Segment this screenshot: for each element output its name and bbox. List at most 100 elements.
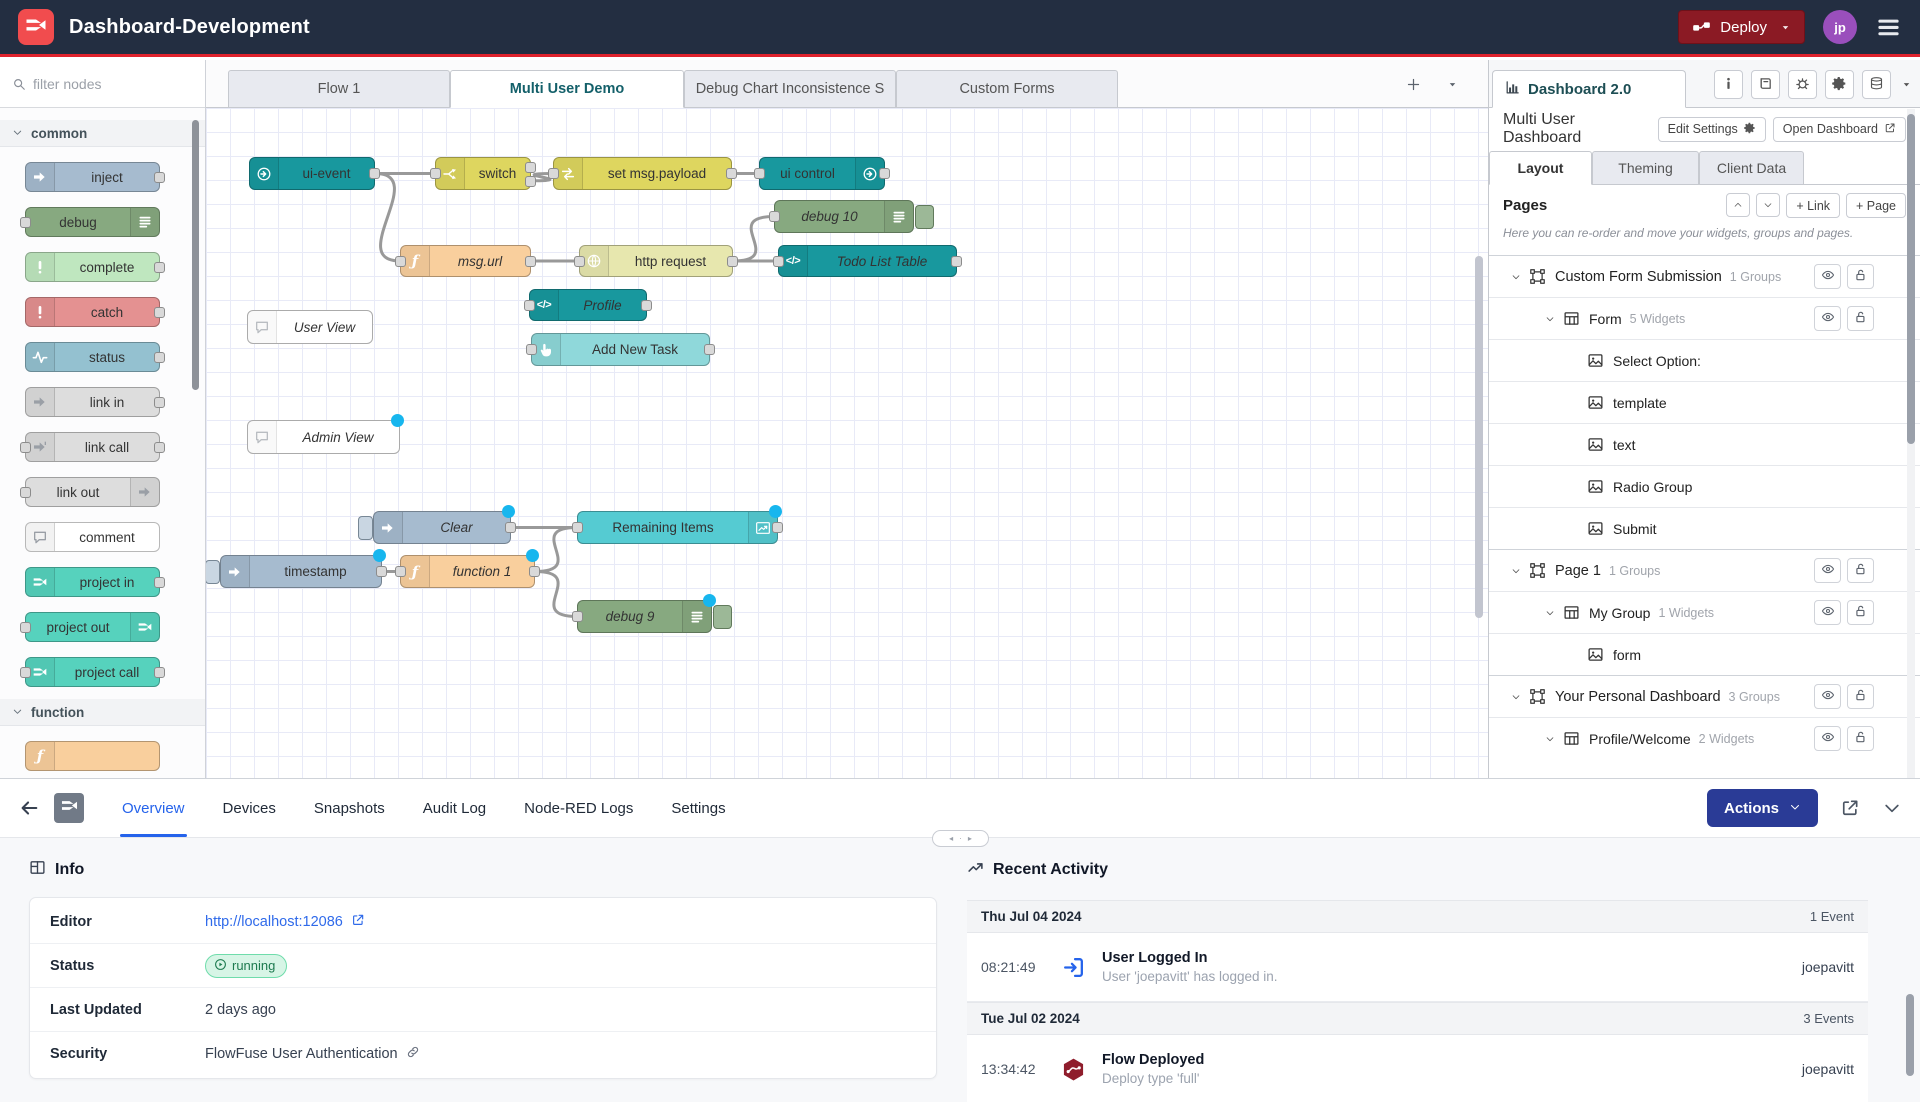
deploy-button[interactable]: Deploy — [1678, 10, 1805, 44]
main-menu-button[interactable] — [1875, 14, 1902, 41]
chevron-down-icon[interactable] — [1511, 272, 1521, 282]
node-input-port[interactable] — [574, 256, 585, 267]
node-output-port[interactable] — [154, 262, 165, 273]
palette-item-debug[interactable]: debug — [25, 207, 160, 237]
lock-toggle-button[interactable] — [1847, 558, 1874, 583]
lock-toggle-button[interactable] — [1847, 600, 1874, 625]
chevron-down-icon[interactable] — [1511, 566, 1521, 576]
flow-node-clear[interactable]: Clear — [373, 511, 511, 544]
avatar[interactable]: jp — [1823, 10, 1857, 44]
node-output-port[interactable] — [154, 307, 165, 318]
node-output-port[interactable] — [879, 168, 890, 179]
palette-item-link-out[interactable]: link out — [25, 477, 160, 507]
visibility-toggle-button[interactable] — [1814, 264, 1841, 289]
visibility-toggle-button[interactable] — [1814, 684, 1841, 709]
node-input-port[interactable] — [524, 300, 535, 311]
chevron-down-icon[interactable] — [1545, 314, 1555, 324]
node-input-port[interactable] — [548, 168, 559, 179]
admin-tab-node-red-logs[interactable]: Node-RED Logs — [524, 779, 633, 837]
admin-tab-snapshots[interactable]: Snapshots — [314, 779, 385, 837]
tab-dashboard-2[interactable]: Dashboard 2.0 — [1492, 70, 1686, 108]
lock-toggle-button[interactable] — [1847, 726, 1874, 751]
chevron-down-icon[interactable] — [1511, 692, 1521, 702]
actions-button[interactable]: Actions — [1707, 789, 1818, 827]
flow-node-ui-event[interactable]: ui-event — [249, 157, 375, 190]
admin-tab-devices[interactable]: Devices — [223, 779, 276, 837]
palette-section-function[interactable]: function — [0, 699, 205, 726]
back-button[interactable] — [18, 797, 40, 819]
node-output-port[interactable] — [772, 522, 783, 533]
visibility-toggle-button[interactable] — [1814, 600, 1841, 625]
sidebar-scrollbar[interactable] — [1907, 114, 1915, 444]
add-link-button[interactable]: + Link — [1786, 193, 1840, 218]
flow-node-switch[interactable]: switch — [435, 157, 531, 190]
wire-http-request-to-debug-10[interactable] — [733, 217, 774, 262]
flow-node-todo-list-table[interactable]: </>Todo List Table — [778, 245, 957, 277]
admin-tab-audit-log[interactable]: Audit Log — [423, 779, 486, 837]
context-tab-button[interactable] — [1862, 70, 1891, 99]
expand-all-button[interactable] — [1756, 193, 1780, 217]
node-input-port[interactable] — [395, 566, 406, 577]
palette-section-common[interactable]: common — [0, 120, 205, 147]
node-input-port[interactable] — [20, 667, 31, 678]
node-output-port[interactable] — [154, 352, 165, 363]
wire-ui-event-to-msg-url[interactable] — [375, 174, 400, 262]
wire-function-1-to-remaining-items[interactable] — [535, 528, 577, 572]
flow-tab-debug-chart-inconsistence-s[interactable]: Debug Chart Inconsistence S — [684, 70, 896, 108]
flow-tab-flow-1[interactable]: Flow 1 — [228, 70, 450, 108]
widget-row-text[interactable]: text — [1489, 423, 1920, 465]
collapse-all-button[interactable] — [1726, 193, 1750, 217]
debug-toggle-button[interactable] — [915, 205, 934, 229]
flow-node-debug-10[interactable]: debug 10 — [774, 200, 914, 233]
admin-tab-settings[interactable]: Settings — [671, 779, 725, 837]
sidebar-more-tabs-button[interactable] — [1901, 79, 1912, 90]
node-input-port[interactable] — [526, 344, 537, 355]
flow-node-http-request[interactable]: http request — [579, 245, 733, 277]
dashboard-tab-client-data[interactable]: Client Data — [1699, 151, 1804, 185]
visibility-toggle-button[interactable] — [1814, 306, 1841, 331]
collapse-panel-button[interactable] — [1882, 798, 1902, 818]
add-page-button[interactable]: + Page — [1846, 193, 1906, 218]
palette-item-comment[interactable]: comment — [25, 522, 160, 552]
node-input-port[interactable] — [20, 217, 31, 228]
palette-item-project-call[interactable]: project call — [25, 657, 160, 687]
palette-filter-input[interactable] — [33, 76, 173, 92]
palette-item-catch[interactable]: catch — [25, 297, 160, 327]
activity-event-flow-deployed[interactable]: 13:34:42Flow DeployedDeploy type 'full'j… — [967, 1035, 1868, 1102]
palette-item-link-call[interactable]: link call — [25, 432, 160, 462]
chevron-down-icon[interactable] — [1545, 734, 1555, 744]
flow-node-add-new-task[interactable]: Add New Task — [531, 333, 710, 366]
node-output-port[interactable] — [154, 397, 165, 408]
info-tab-button[interactable] — [1714, 70, 1743, 99]
inject-button[interactable] — [358, 516, 373, 540]
node-input-port[interactable] — [20, 622, 31, 633]
flow-node-admin-view[interactable]: Admin View — [247, 420, 400, 454]
group-row-form[interactable]: Form5 Widgets — [1489, 297, 1920, 339]
link-chain-icon[interactable] — [406, 1045, 420, 1063]
widget-row-submit[interactable]: Submit — [1489, 507, 1920, 549]
node-input-port[interactable] — [430, 168, 441, 179]
flow-node-user-view[interactable]: User View — [247, 310, 373, 344]
chevron-down-icon[interactable] — [1545, 608, 1555, 618]
node-output-port[interactable] — [154, 577, 165, 588]
flow-canvas[interactable]: ui-eventswitchset msg.payloadui controld… — [206, 108, 1488, 778]
admin-scrollbar[interactable] — [1906, 994, 1914, 1076]
dashboard-tab-layout[interactable]: Layout — [1489, 151, 1592, 185]
help-tab-button[interactable] — [1751, 70, 1780, 99]
flow-node-set-msg-payload[interactable]: set msg.payload — [553, 157, 732, 190]
palette-scrollbar[interactable] — [192, 120, 199, 390]
node-input-port[interactable] — [20, 442, 31, 453]
wire-function-1-to-debug-9[interactable] — [535, 572, 577, 617]
flow-list-caret-button[interactable] — [1447, 79, 1458, 90]
palette-item-inject[interactable]: inject — [25, 162, 160, 192]
deploy-caret-icon[interactable] — [1776, 22, 1791, 33]
node-output-port[interactable] — [154, 172, 165, 183]
flow-node-profile[interactable]: </>Profile — [529, 289, 647, 321]
palette-item-status[interactable]: status — [25, 342, 160, 372]
palette-item-complete[interactable]: complete — [25, 252, 160, 282]
visibility-toggle-button[interactable] — [1814, 558, 1841, 583]
palette-item-function[interactable]: ƒ — [25, 741, 160, 771]
page-row-custom-form-submission[interactable]: Custom Form Submission1 Groups — [1489, 255, 1920, 297]
flow-node-remaining-items[interactable]: Remaining Items — [577, 511, 778, 544]
open-dashboard-button[interactable]: Open Dashboard — [1773, 117, 1906, 142]
